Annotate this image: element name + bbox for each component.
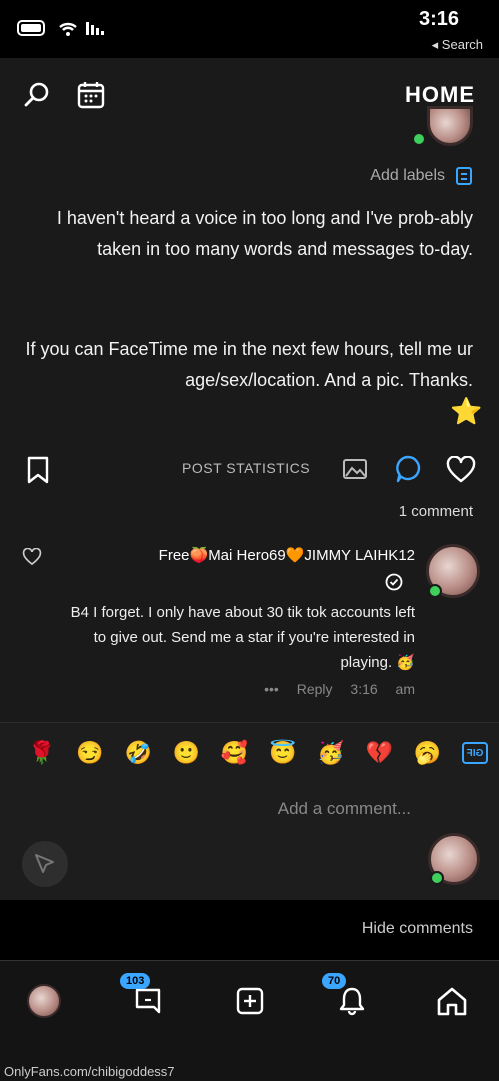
emoji-broken-heart[interactable]: 💔 (366, 740, 393, 766)
messages-icon (133, 986, 163, 1016)
comment-author[interactable]: Free🍑Mai Hero69🧡JIMMY LAIHK12 (159, 546, 415, 564)
tab-add-post[interactable] (230, 981, 270, 1021)
notifications-badge: 70 (322, 973, 347, 989)
add-labels-label: Add labels (370, 167, 445, 184)
post-text-paragraph-2: If you can FaceTime me in the next few h… (25, 339, 473, 390)
star-emoji: ⭐ (450, 396, 483, 426)
signal-wifi-battery-icons (16, 18, 116, 40)
tab-profile[interactable] (24, 981, 64, 1021)
emoji-hearts-face[interactable]: 🥰 (221, 740, 248, 766)
footer-url: OnlyFans.com/chibigoddess7 (4, 1064, 175, 1079)
post-statistics-button[interactable]: POST STATISTICS (182, 460, 310, 476)
emoji-yawn[interactable]: 🥱 (414, 740, 441, 766)
bottom-tab-bar: 103 70 OnlyFans.com/chibigoddess7 (0, 960, 499, 1081)
current-user-online-indicator (430, 871, 444, 885)
messages-badge: 103 (120, 973, 151, 989)
comment-more-options[interactable]: ••• (264, 681, 279, 697)
clock: 3:16 (418, 8, 459, 30)
emoji-halo[interactable]: 😇 (269, 740, 296, 766)
comment-meta: ••• Reply 3:16 am (264, 681, 415, 697)
emoji-party[interactable]: 🥳 (317, 740, 344, 766)
send-arrow-icon (34, 853, 56, 875)
post-author-avatar[interactable] (427, 106, 473, 146)
online-indicator (412, 132, 426, 146)
emoji-rofl[interactable]: 🤣 (124, 740, 151, 766)
tab-messages[interactable]: 103 (120, 973, 168, 1021)
comment-input[interactable]: Add a comment... (278, 799, 411, 819)
comment-composer: 🌹 😏 🤣 🙂 🥰 😇 🥳 💔 🥱 GIF Add a comment... (0, 722, 499, 901)
verified-badge-icon (384, 572, 404, 592)
comment-online-indicator (428, 584, 442, 598)
like-heart-icon[interactable] (446, 456, 476, 484)
search-icon[interactable] (22, 80, 52, 110)
add-labels-button[interactable]: Add labels (370, 166, 473, 186)
tab-home[interactable] (432, 981, 472, 1021)
home-icon (435, 985, 469, 1017)
comments-count[interactable]: 1 comment (399, 503, 473, 520)
comment-like-icon[interactable] (22, 548, 42, 566)
header: HOME (0, 58, 499, 133)
back-to-search[interactable]: ◂ Search (432, 37, 483, 53)
post-statistics-label: POST STATISTICS (182, 460, 311, 476)
hide-comments-bar: Hide comments (0, 900, 499, 960)
send-button[interactable] (22, 841, 68, 887)
calendar-icon[interactable] (76, 80, 106, 110)
comment-reply-button[interactable]: Reply (297, 681, 333, 697)
tab-notifications[interactable]: 70 (322, 973, 372, 1021)
hide-comments-button[interactable]: Hide comments (362, 920, 473, 938)
emoji-rose[interactable]: 🌹 (28, 740, 55, 766)
plus-square-icon (235, 986, 265, 1016)
emoji-smirk[interactable]: 😏 (76, 740, 103, 766)
bookmark-icon[interactable] (26, 456, 50, 484)
comment-item: Free🍑Mai Hero69🧡JIMMY LAIHK12 B4 I forge… (0, 540, 499, 710)
emoji-smile[interactable]: 🙂 (173, 740, 200, 766)
post-text-paragraph-1: I haven't heard a voice in too long and … (56, 208, 473, 259)
comment-text: B4 I forget. I only have about 30 tik to… (70, 604, 415, 671)
bell-icon (337, 986, 367, 1016)
image-stats-icon[interactable] (342, 456, 368, 482)
page-title: HOME (405, 82, 475, 107)
post-actions-bar: POST STATISTICS (0, 452, 499, 488)
comment-bubble-icon[interactable] (394, 454, 422, 484)
status-bar: 3:16 ◂ Search (0, 0, 499, 58)
profile-avatar-icon (27, 984, 61, 1018)
gif-button[interactable]: GIF (461, 742, 488, 764)
comment-time: 3:16 am (350, 681, 415, 697)
emoji-quick-bar: 🌹 😏 🤣 🙂 🥰 😇 🥳 💔 🥱 GIF (28, 737, 488, 769)
label-tag-icon (455, 166, 473, 186)
